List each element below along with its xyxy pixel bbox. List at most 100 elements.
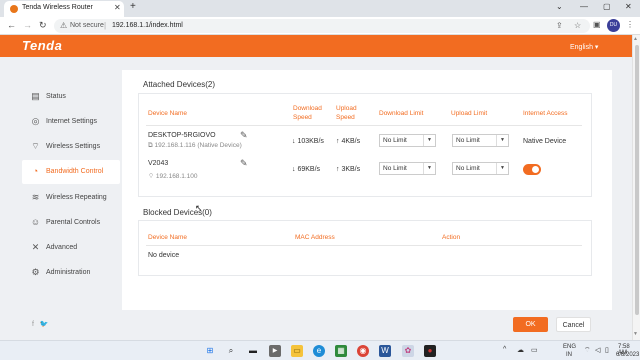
sidebar-item-parental-controls[interactable]: ☺ Parental Controls: [22, 211, 120, 235]
battery-icon[interactable]: ▭: [531, 346, 538, 354]
more-menu-icon[interactable]: ⋮: [626, 20, 634, 29]
blocked-devices-table: [138, 220, 592, 276]
language-selector[interactable]: English ▾: [570, 43, 598, 51]
wifi-icon: ⌔: [148, 173, 156, 180]
sidebar-item-label: Parental Controls: [46, 219, 101, 226]
bookmark-star-icon[interactable]: ☆: [574, 21, 581, 30]
toggle-knob: [532, 166, 539, 173]
windows-taskbar: ⊞ ⌕ ▬ ▶ ▭ e ▦ ◉ W ✿ ● ^ ☁ ▭ ENG IN ⌔ ◁ ▯…: [0, 340, 640, 360]
bandwidth-icon: ◔: [32, 166, 39, 176]
chrome-icon[interactable]: ◉: [357, 345, 369, 357]
status-icon: ▤: [31, 91, 40, 101]
header-divider: [146, 125, 582, 126]
language-region[interactable]: IN: [566, 352, 572, 358]
browser-tab-bar: Tenda Wireless Router ✕ + ⌄ — ▢ ✕: [0, 0, 640, 17]
sidebar-item-wireless-settings[interactable]: ⌔ Wireless Settings: [22, 135, 120, 159]
wifi-tray-icon[interactable]: ⌔: [584, 346, 591, 355]
battery-tray-icon[interactable]: ▯: [605, 346, 609, 354]
media-app-icon[interactable]: ▶: [269, 345, 281, 357]
col-device-name: Device Name: [148, 110, 188, 117]
task-view-icon[interactable]: ▬: [247, 345, 259, 357]
window-close-icon[interactable]: ✕: [625, 2, 632, 11]
minimize-icon[interactable]: —: [580, 2, 588, 11]
browser-tab[interactable]: Tenda Wireless Router ✕: [4, 1, 124, 17]
scroll-thumb[interactable]: [635, 45, 639, 315]
facebook-icon[interactable]: f: [32, 321, 34, 328]
col-upload-limit: Upload Limit: [451, 110, 488, 117]
clock-date[interactable]: 6/8/2023: [616, 352, 639, 358]
cancel-button[interactable]: Cancel: [556, 317, 591, 332]
chevron-up-icon[interactable]: ^: [503, 346, 506, 353]
back-arrow-icon[interactable]: ←: [7, 20, 16, 30]
forward-arrow-icon[interactable]: →: [23, 20, 32, 30]
col-upload-speed: Upload Speed: [336, 105, 357, 121]
tab-list-chevron-icon[interactable]: ⌄: [556, 2, 563, 11]
header-divider: [146, 245, 582, 246]
col-device-name: Device Name: [148, 234, 188, 241]
download-limit-select[interactable]: No Limit ▼: [379, 162, 436, 175]
share-icon[interactable]: ⇪: [556, 21, 563, 30]
device-name: V2043: [148, 160, 169, 167]
edge-icon[interactable]: e: [313, 345, 325, 357]
col-download-speed: Download Speed: [293, 105, 322, 121]
download-speed: ↓ 69KB/s: [292, 166, 321, 173]
gear-icon: ⚙: [31, 267, 40, 277]
tab-title: Tenda Wireless Router: [22, 4, 93, 11]
url-text[interactable]: 192.168.1.1/index.html: [112, 22, 183, 29]
tray-spacer: [586, 344, 587, 345]
download-speed: ↓ 103KB/s: [292, 138, 324, 145]
word-icon[interactable]: W: [379, 345, 391, 357]
chevron-down-icon: ▼: [496, 163, 508, 174]
edit-pencil-icon[interactable]: ✎: [240, 130, 248, 141]
sidebar-item-internet-settings[interactable]: ◎ Internet Settings: [22, 110, 120, 134]
new-tab-button[interactable]: +: [130, 1, 136, 12]
page-scrollbar[interactable]: ▲ ▼: [632, 35, 640, 340]
warning-icon[interactable]: ⚠: [60, 21, 67, 30]
sidebar-toggle-icon[interactable]: ▣: [593, 20, 601, 29]
chevron-down-icon: ▼: [423, 163, 435, 174]
sidebar-item-administration[interactable]: ⚙ Administration: [22, 261, 120, 285]
device-name: DESKTOP-5RGIOVO: [148, 132, 216, 139]
windows-start-icon[interactable]: ⊞: [204, 345, 216, 357]
language-code[interactable]: ENG: [563, 344, 576, 350]
not-secure-label: Not secure: [70, 22, 104, 29]
internet-access-native: Native Device: [523, 138, 567, 145]
cloud-icon[interactable]: ☁: [517, 346, 524, 354]
scroll-up-icon[interactable]: ▲: [633, 36, 638, 42]
recorder-icon[interactable]: ●: [424, 345, 436, 357]
file-explorer-icon[interactable]: ▭: [291, 345, 303, 357]
sidebar-item-bandwidth-control[interactable]: ◔ Bandwidth Control: [22, 160, 120, 184]
upload-speed: ↑ 3KB/s: [336, 166, 361, 173]
scroll-down-icon[interactable]: ▼: [633, 331, 638, 337]
active-app-icon[interactable]: ✿: [402, 345, 414, 357]
sidebar-nav: ▤ Status ◎ Internet Settings ⌔ Wireless …: [22, 80, 120, 336]
upload-limit-select[interactable]: No Limit ▼: [452, 162, 509, 175]
attached-devices-title: Attached Devices(2): [143, 80, 216, 89]
url-separator: |: [104, 21, 107, 30]
col-mac-address: MAC Address: [295, 234, 335, 241]
sidebar-item-advanced[interactable]: ✕ Advanced: [22, 236, 120, 260]
upload-limit-select[interactable]: No Limit ▼: [452, 134, 509, 147]
search-icon[interactable]: ⌕: [225, 345, 237, 357]
ok-button[interactable]: OK: [513, 317, 548, 332]
close-tab-icon[interactable]: ✕: [114, 3, 121, 12]
edit-pencil-icon[interactable]: ✎: [240, 158, 248, 169]
sidebar-item-label: Bandwidth Control: [46, 168, 104, 175]
sidebar-item-label: Internet Settings: [46, 118, 97, 125]
no-device-text: No device: [148, 252, 180, 259]
upload-speed: ↑ 4KB/s: [336, 138, 361, 145]
speaker-icon[interactable]: ◁: [595, 346, 600, 354]
url-field[interactable]: ⚠ Not secure | 192.168.1.1/index.html ⇪ …: [54, 19, 590, 33]
store-icon[interactable]: ▦: [335, 345, 347, 357]
sidebar-item-label: Wireless Repeating: [46, 194, 107, 201]
sidebar-item-wireless-repeating[interactable]: ≋ Wireless Repeating: [22, 186, 120, 210]
internet-access-toggle[interactable]: [523, 164, 541, 175]
chevron-down-icon: ▼: [423, 135, 435, 146]
profile-avatar[interactable]: DU: [607, 19, 620, 32]
twitter-icon[interactable]: 🐦: [40, 321, 49, 328]
maximize-icon[interactable]: ▢: [603, 2, 611, 11]
sidebar-item-status[interactable]: ▤ Status: [22, 85, 120, 109]
download-limit-select[interactable]: No Limit ▼: [379, 134, 436, 147]
reload-icon[interactable]: ↻: [39, 20, 47, 31]
social-links[interactable]: f 🐦: [32, 320, 49, 328]
